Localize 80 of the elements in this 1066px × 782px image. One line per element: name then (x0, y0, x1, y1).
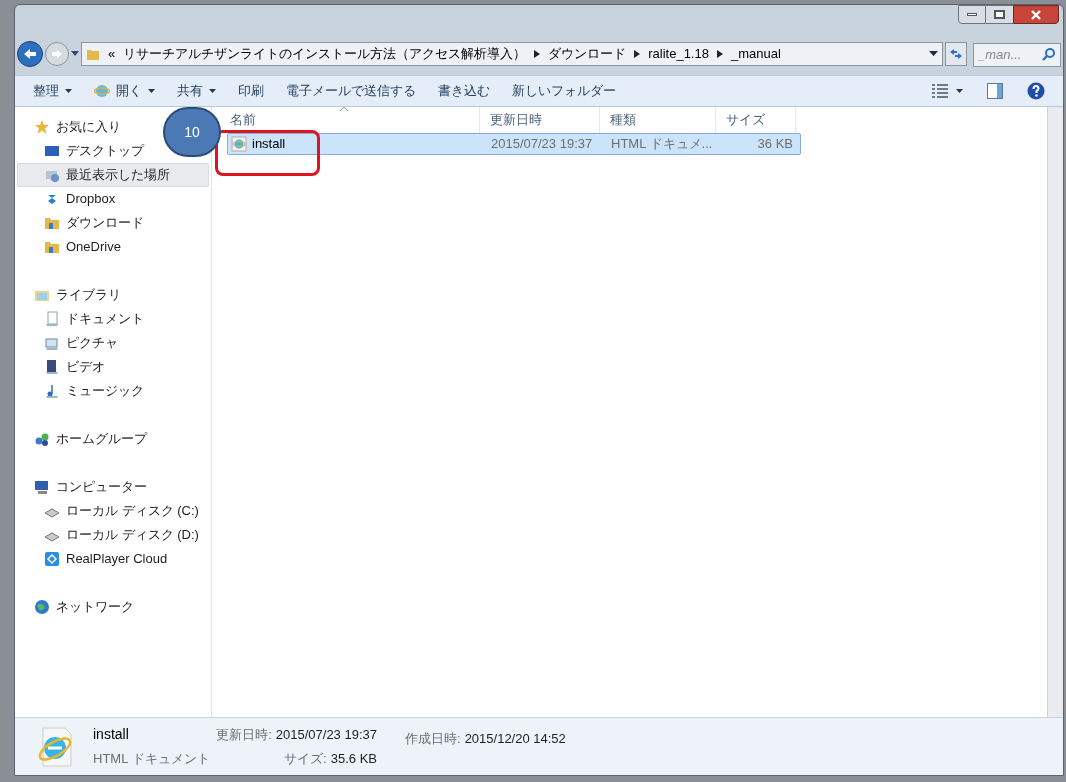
breadcrumb-item[interactable]: _manual (730, 44, 781, 64)
address-bar[interactable]: « リサーチアルチザンライトのインストール方法（アクセス解析導入） ダウンロード ralite_1.18 _manual (81, 42, 943, 66)
folder-icon (44, 215, 60, 231)
close-icon (1030, 9, 1042, 20)
dropdown-caret-icon[interactable] (929, 51, 938, 57)
nav-item[interactable]: ホームグループ (17, 427, 154, 451)
field-value: 35.6 KB (330, 749, 377, 768)
step-number-badge: 10 (163, 107, 221, 157)
toolbar-button[interactable]: 新しいフォルダー (512, 79, 616, 103)
maximize-button[interactable] (986, 5, 1013, 24)
file-row[interactable]: install 2015/07/23 19:37 HTML ドキュメ... 36 KB (227, 133, 801, 155)
field-value: 2015/07/23 19:37 (275, 726, 377, 744)
nav-item[interactable]: お気に入り (17, 115, 128, 139)
file-type: HTML ドキュメント (93, 750, 207, 769)
caret-icon (148, 89, 155, 93)
picture-icon (44, 335, 60, 351)
toolbar-button[interactable]: 書き込む (438, 79, 490, 103)
minimize-button[interactable] (958, 5, 986, 24)
toolbar-button[interactable]: 整理 (33, 79, 72, 103)
field-label: 作成日時: (405, 730, 461, 748)
nav-item[interactable]: RealPlayer Cloud (17, 547, 175, 571)
computer-icon (34, 479, 50, 495)
toolbar-button[interactable]: 電子メールで送信する (286, 79, 416, 103)
nav-item[interactable]: デスクトップ (17, 139, 151, 163)
nav-item[interactable]: ダウンロード (17, 211, 151, 235)
nav-item[interactable]: ビデオ (17, 355, 112, 379)
scrollbar-track[interactable] (1047, 107, 1063, 717)
file-name: install (93, 725, 130, 745)
table-cell-text: HTML ドキュメ... (610, 135, 714, 154)
table-cell-text: 2015/07/23 19:37 (490, 135, 594, 154)
caret-icon (209, 89, 216, 93)
nav-item[interactable]: Dropbox (17, 187, 123, 211)
chevron-icon[interactable] (634, 50, 641, 58)
refresh-icon (949, 48, 963, 60)
back-arrow-icon (23, 48, 37, 60)
field-value: 2015/12/20 14:52 (464, 730, 566, 748)
preview-pane-icon[interactable] (987, 83, 1003, 99)
toolbar-button[interactable]: 共有 (177, 79, 216, 103)
view-list-icon[interactable] (932, 84, 948, 98)
network-icon (34, 599, 50, 615)
breadcrumb-item[interactable]: リサーチアルチザンライトのインストール方法（アクセス解析導入） (123, 44, 527, 64)
caret-icon[interactable] (956, 89, 963, 93)
nav-item[interactable]: コンピューター (17, 475, 154, 499)
nav-item[interactable]: ライブラリ (17, 283, 128, 307)
close-button[interactable] (1013, 5, 1059, 24)
browser-icon (94, 83, 110, 99)
html-file-icon (231, 136, 247, 152)
nav-item[interactable]: 最近表示した場所 (17, 163, 209, 187)
music-icon (44, 383, 60, 399)
field-label: 更新日時: (216, 726, 272, 744)
doc-icon (44, 311, 60, 327)
nav-item[interactable]: ネットワーク (17, 595, 141, 619)
nav-item[interactable]: ドキュメント (17, 307, 151, 331)
nav-item[interactable]: ローカル ディスク (C:) (17, 499, 206, 523)
help-icon[interactable] (1027, 82, 1045, 100)
dropdown-caret-icon[interactable] (71, 51, 79, 57)
nav-item[interactable]: ミュージック (17, 379, 151, 403)
toolbar-button[interactable]: 印刷 (238, 79, 264, 103)
toolbar-button[interactable]: 開く (94, 79, 155, 103)
caret-icon (65, 89, 72, 93)
table-cell-text: 36 KB (756, 135, 794, 154)
folder-icon (86, 47, 100, 61)
video-icon (44, 359, 60, 375)
nav-item[interactable]: OneDrive (17, 235, 128, 259)
file-name[interactable]: install (252, 134, 286, 154)
nav-item[interactable]: ピクチャ (17, 331, 125, 355)
star-icon (34, 119, 50, 135)
desktop-icon (44, 143, 60, 159)
field-label: サイズ: (284, 749, 327, 768)
nav-item[interactable]: ローカル ディスク (D:) (17, 523, 206, 547)
folder-icon (44, 239, 60, 255)
breadcrumb-item[interactable]: ダウンロード (548, 44, 627, 64)
refresh-button[interactable] (945, 42, 967, 66)
breadcrumb-item[interactable]: ralite_1.18 (648, 44, 709, 64)
chevron-icon[interactable] (716, 50, 723, 58)
back-button[interactable] (17, 41, 43, 67)
forward-arrow-icon (51, 49, 63, 59)
search-icon (1042, 47, 1056, 61)
chevron-icon[interactable] (534, 50, 541, 58)
overflow-chevron[interactable]: « (108, 44, 116, 64)
